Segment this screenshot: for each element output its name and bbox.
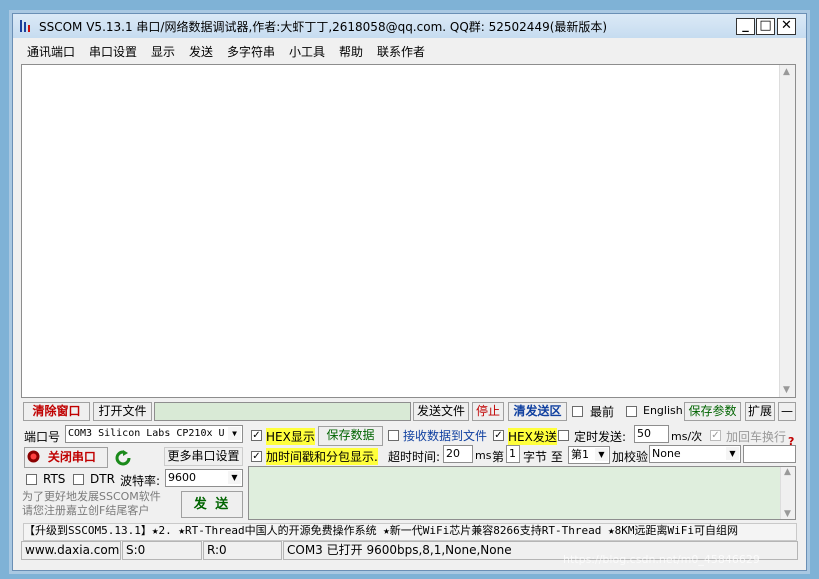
send-button[interactable]: 发 送 bbox=[181, 491, 243, 518]
byte-end-select[interactable]: 第1 ▼ bbox=[568, 446, 610, 464]
promo-text[interactable]: 为了更好地发展SSCOM软件 请您注册嘉立创F结尾客户 bbox=[22, 490, 161, 518]
website-link[interactable]: www.daxia.com bbox=[21, 541, 121, 560]
menu-serial-settings[interactable]: 串口设置 bbox=[89, 43, 137, 60]
receive-text-area[interactable]: ▲ ▼ bbox=[21, 64, 796, 398]
front-most-label: 最前 bbox=[590, 405, 615, 419]
timeout-unit-label: ms bbox=[475, 449, 492, 462]
dtr-checkbox[interactable] bbox=[73, 474, 84, 485]
timestamp-label: 加时间戳和分包显示. bbox=[266, 448, 378, 465]
minimize-button[interactable]: _ bbox=[736, 18, 755, 35]
front-most-checkbox[interactable] bbox=[572, 406, 583, 417]
timestamp-checkbox[interactable]: ✓ bbox=[251, 451, 262, 462]
port-status-led-icon bbox=[27, 450, 40, 463]
news-ticker[interactable]: 【升级到SSCOM5.13.1】★2. ★RT-Thread中国人的开源免费操作… bbox=[23, 523, 797, 541]
hex-send-label: HEX发送 bbox=[508, 428, 557, 445]
menu-tools[interactable]: 小工具 bbox=[289, 43, 325, 60]
close-button[interactable]: ✕ bbox=[777, 18, 796, 35]
refresh-icon[interactable] bbox=[115, 450, 131, 466]
baud-rate-select[interactable]: 9600 ▼ bbox=[165, 469, 243, 487]
english-checkbox[interactable] bbox=[626, 406, 637, 417]
timeout-input[interactable]: 20 bbox=[443, 445, 473, 463]
maximize-button[interactable]: □ bbox=[756, 18, 775, 35]
clear-send-button[interactable]: 清发送区 bbox=[508, 402, 567, 421]
nth-label: 第 bbox=[492, 450, 505, 464]
expand-button[interactable]: 扩展 bbox=[745, 402, 775, 421]
sent-count: S:0 bbox=[122, 541, 202, 560]
chevron-down-icon: ▼ bbox=[228, 427, 241, 440]
save-params-button[interactable]: 保存参数 bbox=[684, 402, 741, 421]
menu-display[interactable]: 显示 bbox=[151, 43, 175, 60]
add-crlf-label: 加回车换行 bbox=[726, 430, 787, 444]
title-bar[interactable]: SSCOM V5.13.1 串口/网络数据调试器,作者:大虾丁丁,2618058… bbox=[13, 14, 806, 38]
chevron-down-icon: ▼ bbox=[595, 448, 608, 461]
checksum-value: None bbox=[652, 447, 681, 460]
scroll-up-arrow-icon[interactable]: ▲ bbox=[783, 67, 790, 77]
interval-unit-label: ms/次 bbox=[671, 430, 703, 443]
window-title: SSCOM V5.13.1 串口/网络数据调试器,作者:大虾丁丁,2618058… bbox=[39, 20, 608, 34]
more-serial-settings-button[interactable]: 更多串口设置 bbox=[164, 447, 243, 466]
checksum-label: 加校验 bbox=[612, 450, 649, 464]
open-file-button[interactable]: 打开文件 bbox=[93, 402, 152, 421]
receive-scrollbar[interactable]: ▲ ▼ bbox=[779, 65, 795, 397]
baud-label: 波特率: bbox=[120, 474, 161, 488]
scroll-down-arrow-icon[interactable]: ▼ bbox=[784, 509, 791, 519]
byte-to-label: 字节 至 bbox=[523, 450, 563, 464]
port-label: 端口号 bbox=[24, 430, 61, 444]
received-count: R:0 bbox=[203, 541, 282, 560]
menu-comm-port[interactable]: 通讯端口 bbox=[27, 43, 75, 60]
recv-to-file-label: 接收数据到文件 bbox=[403, 429, 488, 443]
byte-start-input[interactable]: 1 bbox=[506, 445, 520, 463]
timed-send-label: 定时发送: bbox=[574, 430, 627, 444]
rts-label: RTS bbox=[43, 472, 66, 486]
chevron-down-icon: ▼ bbox=[228, 471, 241, 484]
send-scrollbar[interactable]: ▲ ▼ bbox=[780, 467, 795, 519]
rts-checkbox[interactable] bbox=[26, 474, 37, 485]
checksum-select[interactable]: None ▼ bbox=[649, 445, 741, 463]
menu-help[interactable]: 帮助 bbox=[339, 43, 363, 60]
file-path-field[interactable] bbox=[154, 402, 411, 421]
menu-send[interactable]: 发送 bbox=[189, 43, 213, 60]
chevron-down-icon: ▼ bbox=[726, 447, 739, 460]
save-data-button[interactable]: 保存数据 bbox=[318, 426, 383, 446]
recv-to-file-checkbox[interactable] bbox=[388, 430, 399, 441]
close-port-button[interactable]: 关闭串口 bbox=[24, 447, 108, 468]
app-logo-icon bbox=[20, 20, 30, 32]
send-text-area[interactable] bbox=[248, 466, 796, 520]
collapse-button[interactable]: — bbox=[778, 402, 796, 421]
byte-end-value: 第1 bbox=[571, 448, 589, 461]
baud-rate-value: 9600 bbox=[168, 471, 196, 484]
clear-window-button[interactable]: 清除窗口 bbox=[23, 402, 90, 421]
port-select[interactable]: COM3 Silicon Labs CP210x U ▼ bbox=[65, 425, 243, 443]
port-select-value: COM3 Silicon Labs CP210x U bbox=[68, 428, 225, 439]
timeout-label: 超时时间: bbox=[388, 450, 441, 464]
dtr-label: DTR bbox=[90, 472, 115, 486]
app-window: SSCOM V5.13.1 串口/网络数据调试器,作者:大虾丁丁,2618058… bbox=[12, 13, 807, 571]
menu-multi-string[interactable]: 多字符串 bbox=[227, 43, 275, 60]
hex-display-label: HEX显示 bbox=[266, 428, 315, 445]
timed-send-checkbox[interactable] bbox=[558, 430, 569, 441]
hex-send-checkbox[interactable]: ✓ bbox=[493, 430, 504, 441]
close-port-label: 关闭串口 bbox=[47, 450, 96, 464]
interval-input[interactable]: 50 bbox=[634, 425, 669, 443]
scroll-down-arrow-icon[interactable]: ▼ bbox=[783, 385, 790, 395]
hex-display-checkbox[interactable]: ✓ bbox=[251, 430, 262, 441]
send-file-button[interactable]: 发送文件 bbox=[413, 402, 469, 421]
watermark-text: https://blog.csdn.net/m0_45846629 bbox=[563, 553, 760, 566]
menu-bar: 通讯端口 串口设置 显示 发送 多字符串 小工具 帮助 联系作者 bbox=[13, 41, 806, 61]
stop-button[interactable]: 停止 bbox=[472, 402, 504, 421]
scroll-up-arrow-icon[interactable]: ▲ bbox=[784, 467, 791, 477]
add-crlf-checkbox[interactable]: ✓ bbox=[710, 430, 721, 441]
menu-contact-author[interactable]: 联系作者 bbox=[377, 43, 425, 60]
extra-field[interactable] bbox=[743, 445, 796, 463]
english-label: English bbox=[643, 404, 683, 417]
